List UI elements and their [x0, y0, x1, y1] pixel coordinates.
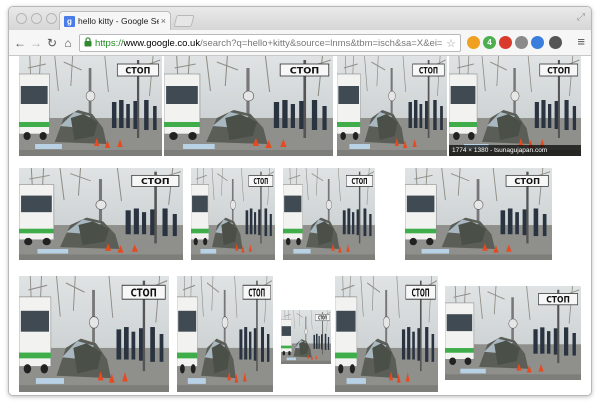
orange-circle-extension-icon[interactable]: [467, 36, 480, 49]
image-dimensions-caption: 1774 × 1380 - tsunagujapan.com: [449, 145, 581, 156]
svg-text:СТОП: СТОП: [514, 176, 540, 186]
image-result-thumbnail[interactable]: СТОП: [177, 276, 273, 392]
result-image: СТОП: [405, 168, 552, 260]
svg-text:СТОП: СТОП: [248, 286, 265, 299]
image-result-thumbnail[interactable]: СТОП: [283, 168, 375, 260]
lock-icon: [84, 37, 92, 49]
image-results-grid: СТОП СТОП СТОП СТОП 1774 × 1380 - tsunag…: [9, 56, 591, 395]
image-result-thumbnail[interactable]: СТОП 1774 × 1380 - tsunagujapan.com: [449, 56, 581, 156]
fullscreen-icon[interactable]: ⤢: [577, 12, 585, 23]
gray-square-extension-icon[interactable]: [515, 36, 528, 49]
svg-text:СТОП: СТОП: [131, 288, 157, 300]
forward-button[interactable]: →: [29, 35, 43, 51]
result-image: СТОП: [445, 286, 581, 380]
image-result-thumbnail[interactable]: СТОП: [19, 56, 162, 156]
svg-text:СТОП: СТОП: [125, 66, 150, 77]
tab-close-icon[interactable]: ×: [161, 16, 166, 26]
svg-text:СТОП: СТОП: [546, 295, 570, 304]
blue-download-extension-icon[interactable]: [531, 36, 544, 49]
result-image: СТОП: [19, 276, 169, 392]
image-result-thumbnail[interactable]: СТОП: [405, 168, 552, 260]
google-favicon-icon: g: [64, 15, 75, 27]
result-image: СТОП: [337, 56, 447, 156]
svg-text:СТОП: СТОП: [351, 177, 367, 187]
home-button[interactable]: ⌂: [61, 35, 75, 51]
image-result-thumbnail[interactable]: СТОП: [281, 310, 331, 364]
image-result-thumbnail[interactable]: СТОП: [19, 276, 169, 392]
green-badge-extension-icon[interactable]: 4: [483, 36, 496, 49]
reload-button[interactable]: ↻: [45, 35, 59, 51]
image-result-thumbnail[interactable]: СТОП: [191, 168, 275, 260]
browser-window: g hello kitty - Google Search × ⤢ ← → ↻ …: [8, 6, 592, 396]
image-result-thumbnail[interactable]: СТОП: [337, 56, 447, 156]
maximize-window-button[interactable]: [46, 13, 57, 24]
camera-extension-icon[interactable]: [549, 36, 562, 49]
url-text: https://www.google.co.uk/search?q=hello+…: [95, 37, 444, 49]
result-image: СТОП: [449, 56, 581, 156]
result-image: СТОП: [164, 56, 333, 156]
tab-title: hello kitty - Google Search: [78, 16, 159, 26]
svg-text:СТОП: СТОП: [547, 65, 570, 76]
result-image: СТОП: [283, 168, 375, 260]
menu-icon[interactable]: ≡: [577, 34, 585, 49]
bookmark-star-icon[interactable]: ☆: [446, 37, 456, 50]
minimize-window-button[interactable]: [31, 13, 42, 24]
svg-text:СТОП: СТОП: [412, 286, 430, 298]
svg-text:СТОП: СТОП: [419, 65, 438, 75]
red-circle-extension-icon[interactable]: [499, 36, 512, 49]
svg-text:СТОП: СТОП: [318, 315, 327, 321]
result-image: СТОП: [191, 168, 275, 260]
result-image: СТОП: [335, 276, 438, 392]
svg-text:СТОП: СТОП: [253, 177, 268, 187]
tab-active[interactable]: g hello kitty - Google Search ×: [59, 11, 171, 30]
toolbar: ← → ↻ ⌂ https://www.google.co.uk/search?…: [9, 30, 591, 56]
image-result-thumbnail[interactable]: СТОП: [335, 276, 438, 392]
result-image: СТОП: [281, 310, 331, 364]
result-image: СТОП: [19, 56, 162, 156]
svg-text:СТОП: СТОП: [141, 177, 170, 186]
svg-text:СТОП: СТОП: [290, 66, 319, 77]
image-result-thumbnail[interactable]: СТОП: [19, 168, 183, 260]
tab-strip: g hello kitty - Google Search × ⤢: [9, 7, 591, 30]
image-result-thumbnail[interactable]: СТОП: [445, 286, 581, 380]
new-tab-button[interactable]: [173, 15, 195, 27]
image-result-thumbnail[interactable]: СТОП: [164, 56, 333, 156]
address-bar[interactable]: https://www.google.co.uk/search?q=hello+…: [79, 34, 461, 52]
result-image: СТОП: [177, 276, 273, 392]
back-button[interactable]: ←: [13, 35, 27, 51]
close-window-button[interactable]: [16, 13, 27, 24]
result-image: СТОП: [19, 168, 183, 260]
